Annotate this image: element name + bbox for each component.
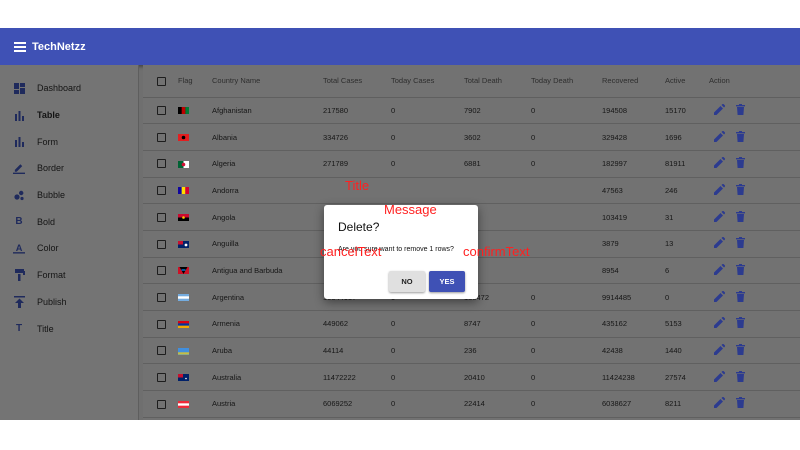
app-frame: TechNetzz Dashboard Table Form Border Bu…: [0, 28, 800, 420]
annotation-message: Message: [384, 202, 437, 217]
dialog-title: Delete?: [338, 220, 380, 234]
annotation-cancel-text: cancelText: [320, 244, 382, 259]
confirm-button[interactable]: YES: [429, 271, 465, 292]
annotation-confirm-text: confirmText: [463, 244, 530, 259]
annotation-title: Title: [345, 178, 370, 193]
cancel-button[interactable]: NO: [389, 271, 425, 292]
